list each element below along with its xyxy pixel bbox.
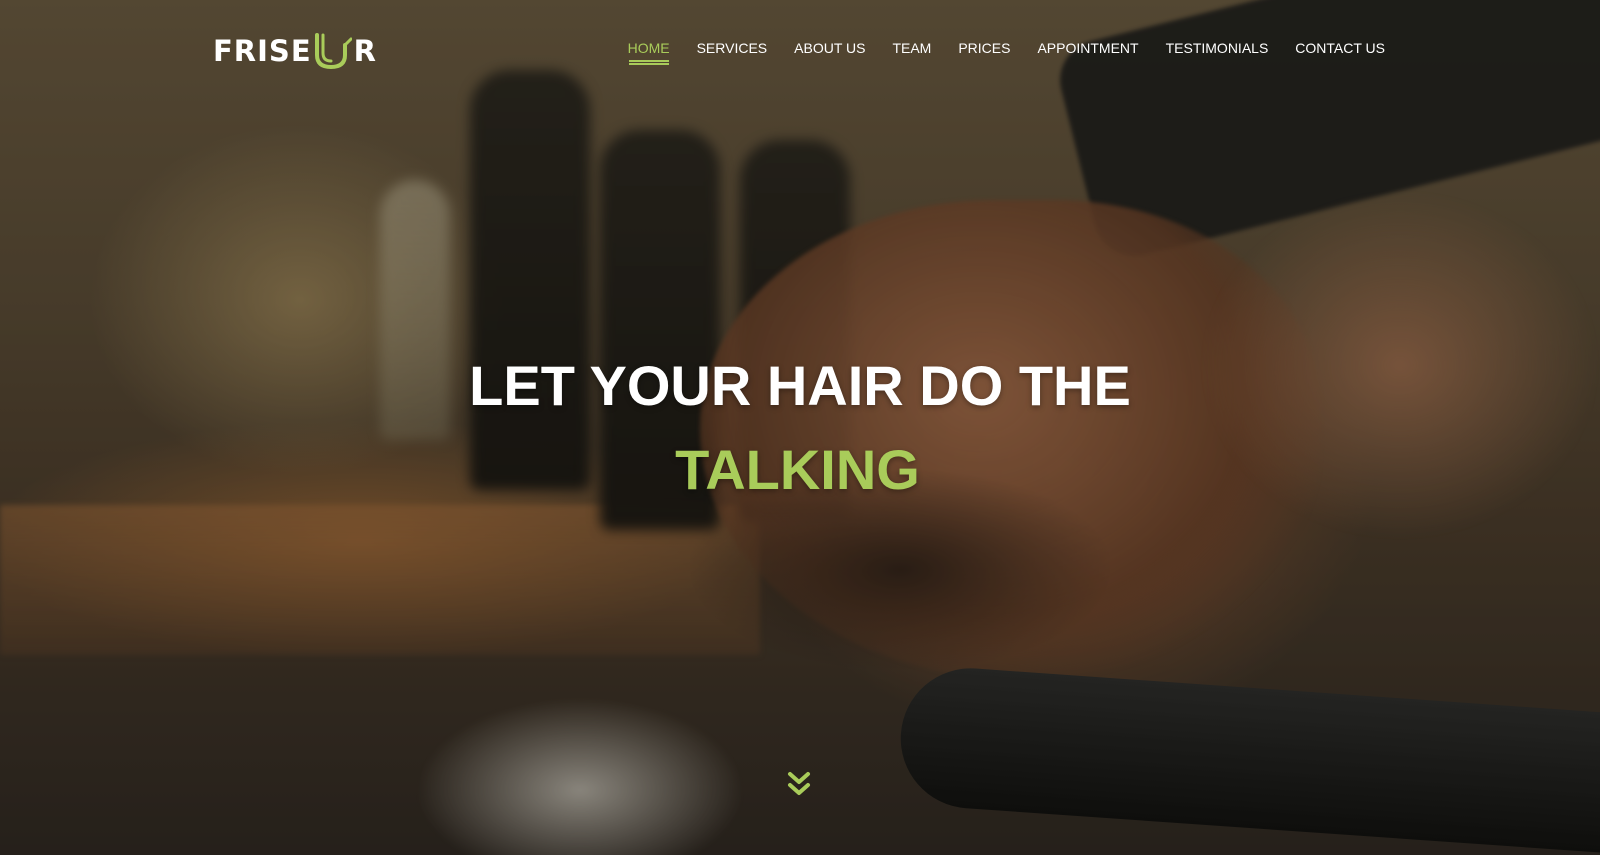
nav-item-contact-us[interactable]: CONTACT US bbox=[1295, 38, 1385, 58]
nav-item-team[interactable]: TEAM bbox=[892, 38, 931, 58]
nav-item-testimonials[interactable]: TESTIMONIALS bbox=[1166, 38, 1269, 58]
nav-item-services[interactable]: SERVICES bbox=[697, 38, 768, 58]
hero-section: FRISE R HOME SERVICES ABOUT US TEAM PRIC… bbox=[0, 0, 1600, 855]
site-logo[interactable]: FRISE R bbox=[213, 30, 377, 72]
headline-line-1: LET YOUR HAIR DO THE bbox=[469, 354, 1131, 417]
hero-headline: LET YOUR HAIR DO THE TALKING bbox=[0, 350, 1600, 506]
logo-text-left: FRISE bbox=[213, 34, 312, 68]
nav-item-appointment[interactable]: APPOINTMENT bbox=[1037, 38, 1138, 58]
logo-text-right: R bbox=[353, 34, 377, 68]
site-header: FRISE R HOME SERVICES ABOUT US TEAM PRIC… bbox=[0, 0, 1600, 95]
main-nav: HOME SERVICES ABOUT US TEAM PRICES APPOI… bbox=[601, 38, 1385, 65]
nav-item-about-us[interactable]: ABOUT US bbox=[794, 38, 865, 58]
nav-item-home[interactable]: HOME bbox=[628, 38, 670, 65]
nav-item-prices[interactable]: PRICES bbox=[958, 38, 1010, 58]
logo-scissors-u-icon bbox=[314, 33, 352, 70]
headline-line-2: TALKING bbox=[675, 438, 920, 501]
double-chevron-down-icon[interactable] bbox=[786, 770, 812, 798]
